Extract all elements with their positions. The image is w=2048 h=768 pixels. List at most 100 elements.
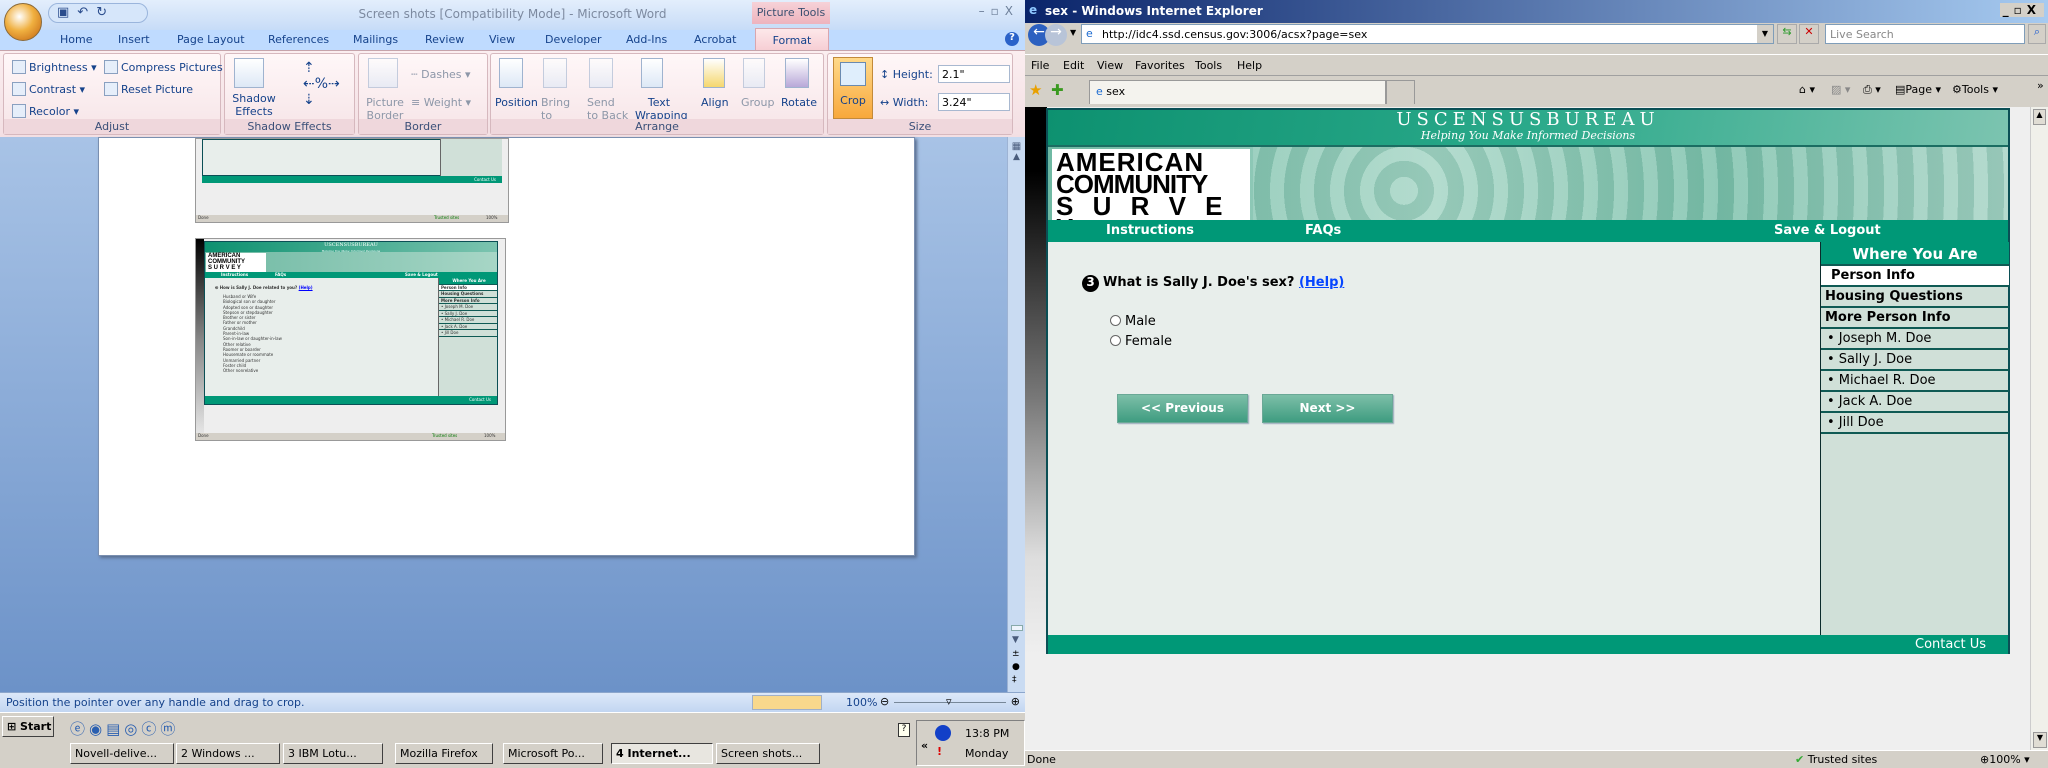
office-button[interactable] — [4, 3, 42, 41]
network-monitor-icon[interactable] — [935, 725, 951, 741]
zoom-slider[interactable]: ⊖ ▿ ⊕ — [880, 695, 1020, 710]
new-tab-button[interactable] — [1385, 80, 1415, 104]
screenshot-image-2[interactable]: USCENSUSBUREAU Helping You Make Informed … — [195, 238, 506, 441]
contrast-button[interactable]: Contrast ▾ — [12, 82, 85, 96]
reset-picture-button[interactable]: Reset Picture — [104, 82, 193, 96]
tab-add-ins[interactable]: Add-Ins — [626, 33, 667, 46]
option-female[interactable]: Female — [1110, 334, 1172, 349]
scroll-up-icon[interactable]: ▲ — [2033, 109, 2046, 125]
align-button[interactable]: Align — [701, 96, 729, 109]
page-menu[interactable]: ▤Page ▾ — [1895, 83, 1941, 96]
taskbar-button[interactable]: 2 Windows ... — [176, 743, 280, 764]
taskbar-button-active[interactable]: 4 Internet... — [611, 743, 713, 764]
previous-page-icon[interactable]: ± — [1012, 649, 1020, 659]
scroll-up-icon[interactable]: ▲ — [1008, 152, 1025, 162]
add-favorites-icon[interactable]: ✚ — [1051, 81, 1064, 99]
option-male[interactable]: Male — [1110, 314, 1156, 329]
sidebar-item-person[interactable]: • Sally J. Doe — [1821, 350, 2009, 371]
sidebar-item-person[interactable]: • Jill Doe — [1821, 413, 2009, 434]
help-link[interactable]: (Help) — [1299, 275, 1344, 290]
tab-acrobat[interactable]: Acrobat — [694, 33, 736, 46]
clock-time[interactable]: 13:8 PM — [965, 727, 1009, 740]
browse-object-icon[interactable]: ● — [1012, 662, 1020, 672]
menu-view[interactable]: View — [1097, 59, 1123, 72]
help-tray-icon[interactable]: ? — [898, 723, 910, 737]
ruler-toggle-icon[interactable]: ▦ — [1008, 141, 1025, 152]
redo-icon[interactable]: ↻ — [96, 5, 107, 21]
rotate-button[interactable]: Rotate — [781, 96, 817, 109]
sidebar-item-more-person-info[interactable]: More Person Info — [1821, 308, 2009, 329]
nav-faqs[interactable]: FAQs — [1305, 223, 1341, 238]
address-bar[interactable]: e http://idc4.ssd.census.gov:3006/acsx?pa… — [1081, 24, 1774, 44]
network-alert-icon[interactable]: ! — [937, 745, 942, 758]
tools-menu[interactable]: ⚙Tools ▾ — [1952, 83, 1998, 96]
save-icon[interactable]: ▣ — [57, 5, 69, 21]
stop-button[interactable]: ✕ — [1799, 24, 1819, 44]
security-zone[interactable]: ✔ Trusted sites — [1795, 753, 1877, 766]
sidebar-item-housing[interactable]: Housing Questions — [1821, 287, 2009, 308]
refresh-button[interactable]: ⇆ — [1777, 24, 1797, 44]
dashes-button[interactable]: ┄ Dashes ▾ — [411, 68, 471, 81]
screenshot-image-1[interactable]: Contact Us Done Trusted sites 100% — [195, 138, 509, 223]
address-dropdown[interactable]: ▼ — [1757, 25, 1773, 43]
female-radio[interactable] — [1110, 335, 1121, 346]
scroll-down-icon[interactable]: ▼ — [1012, 635, 1019, 645]
tab-references[interactable]: References — [268, 33, 329, 46]
tab-insert[interactable]: Insert — [118, 33, 150, 46]
recent-pages-icon[interactable]: ▼ — [1070, 28, 1076, 37]
recolor-button[interactable]: Recolor ▾ — [12, 104, 79, 118]
search-icon[interactable]: ⌕ — [2028, 24, 2046, 44]
window-controls[interactable]: _▫X — [1999, 3, 2044, 17]
next-button[interactable]: Next >> — [1262, 394, 1393, 423]
taskbar-button[interactable]: Microsoft Po... — [503, 743, 603, 764]
male-radio[interactable] — [1110, 315, 1121, 326]
compress-pictures-button[interactable]: Compress Pictures — [104, 60, 223, 74]
crop-button[interactable]: Crop — [833, 57, 873, 119]
ie-vertical-scrollbar[interactable]: ▲ ▼ — [2030, 107, 2048, 750]
height-input[interactable]: 2.1" — [938, 65, 1010, 83]
feeds-icon[interactable]: ▨ ▾ — [1831, 83, 1850, 96]
taskbar-button[interactable]: 3 IBM Lotu... — [283, 743, 383, 764]
view-buttons[interactable] — [752, 695, 822, 710]
sidebar-item-person[interactable]: • Joseph M. Doe — [1821, 329, 2009, 350]
expand-tray-icon[interactable]: « — [921, 739, 928, 752]
previous-button[interactable]: << Previous — [1117, 394, 1248, 423]
menu-favorites[interactable]: Favorites — [1135, 59, 1185, 72]
shadow-effects-button[interactable]: Shadow Effects — [231, 92, 277, 118]
taskbar-button[interactable]: Screen shots... — [716, 743, 820, 764]
chevron-more-icon[interactable]: » — [2037, 79, 2044, 92]
document-page[interactable]: Contact Us Done Trusted sites 100% USCENSU… — [98, 137, 915, 556]
scroll-down-icon[interactable]: ▼ — [2033, 732, 2047, 748]
vertical-scrollbar[interactable]: ▦ ▲ ▼ ± ● ‡ — [1007, 137, 1025, 692]
group-button[interactable]: Group — [741, 96, 775, 109]
menu-edit[interactable]: Edit — [1063, 59, 1084, 72]
nav-instructions[interactable]: Instructions — [1106, 223, 1194, 238]
window-controls[interactable]: –▫X — [979, 4, 1019, 18]
zoom-level[interactable]: 100% — [846, 696, 877, 709]
position-button[interactable]: Position — [495, 96, 538, 109]
menu-help[interactable]: Help — [1237, 59, 1262, 72]
start-button[interactable]: ⊞ Start — [2, 716, 54, 737]
width-input[interactable]: 3.24" — [938, 93, 1010, 111]
tab-developer[interactable]: Developer — [545, 33, 602, 46]
zoom-control[interactable]: ⊕100% ▾ — [1980, 753, 2030, 766]
tab-mailings[interactable]: Mailings — [353, 33, 398, 46]
tab-page-layout[interactable]: Page Layout — [177, 33, 245, 46]
undo-icon[interactable]: ↶ — [77, 5, 88, 21]
sidebar-item-person-info[interactable]: Person Info — [1821, 266, 2009, 287]
menu-tools[interactable]: Tools — [1195, 59, 1222, 72]
weight-button[interactable]: ≡ Weight ▾ — [411, 96, 471, 109]
sidebar-item-person[interactable]: • Michael R. Doe — [1821, 371, 2009, 392]
browser-tab[interactable]: e sex — [1089, 80, 1387, 104]
forward-button[interactable]: → — [1045, 24, 1067, 46]
scroll-thumb[interactable] — [1011, 625, 1023, 631]
print-icon[interactable]: ⎙ ▾ — [1863, 83, 1881, 97]
tab-format[interactable]: Format — [755, 28, 829, 51]
nudge-shadow-icons[interactable]: ⇡ ⇠%⇢ ⇣ — [303, 60, 340, 108]
tab-home[interactable]: Home — [60, 33, 92, 46]
brightness-button[interactable]: Brightness ▾ — [12, 60, 97, 74]
quick-launch-icons[interactable]: ⓔ◉▤◎ⓒⓜ — [70, 718, 179, 739]
contact-us-link[interactable]: Contact Us — [1915, 637, 1986, 652]
home-icon[interactable]: ⌂ ▾ — [1799, 83, 1815, 96]
search-input[interactable]: Live Search — [1825, 24, 2025, 44]
